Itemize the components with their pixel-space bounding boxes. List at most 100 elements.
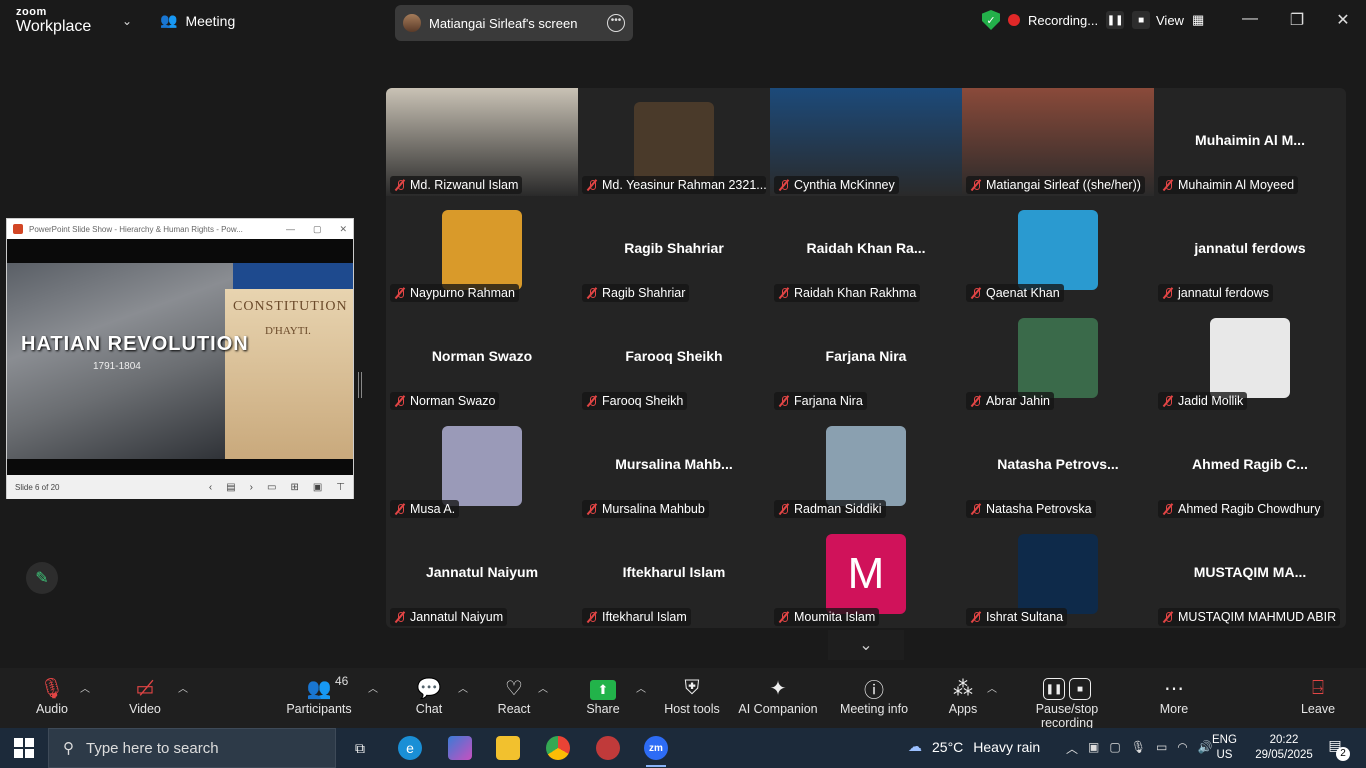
participant-tile[interactable]: M Moumita Islam <box>770 520 962 628</box>
panel-resize-handle[interactable] <box>358 372 362 398</box>
taskbar-clock[interactable]: 20:22 29/05/2025 <box>1252 733 1316 763</box>
participant-tile[interactable]: Muhaimin Al M... Muhaimin Al Moyeed <box>1154 88 1346 196</box>
participant-name: Farjana Nira <box>794 394 863 408</box>
stop-recording-button[interactable]: ■ <box>1132 11 1151 29</box>
meeting-tab[interactable]: 👥 Meeting <box>160 12 235 29</box>
participant-tile[interactable]: Ragib Shahriar Ragib Shahriar <box>578 196 770 304</box>
participant-tile[interactable]: Natasha Petrovs... Natasha Petrovska <box>962 412 1154 520</box>
participant-tile[interactable]: Iftekharul Islam Iftekharul Islam <box>578 520 770 628</box>
microphone-tray-icon[interactable]: 🎙 <box>1131 740 1146 757</box>
muted-mic-icon <box>586 179 598 191</box>
close-window-button[interactable]: ✕ <box>1331 10 1355 30</box>
share-button[interactable]: ⬆ Share <box>584 674 622 716</box>
participant-tile[interactable]: Mursalina Mahb... Mursalina Mahbub <box>578 412 770 520</box>
video-button[interactable]: ▭̸ Video <box>124 674 166 717</box>
volume-icon[interactable]: 🔊 <box>1198 740 1213 757</box>
chrome-icon[interactable] <box>546 736 570 760</box>
recording-cloud-icon <box>1008 14 1020 26</box>
shared-screen-pill[interactable]: Matiangai Sirleaf's screen ••• <box>395 5 633 41</box>
participant-tile[interactable]: Ahmed Ragib C... Ahmed Ragib Chowdhury <box>1154 412 1346 520</box>
zoom-logo[interactable]: zoom Workplace <box>16 7 91 35</box>
participant-name-label: Matiangai Sirleaf ((she/her)) <box>966 176 1145 194</box>
meeting-info-button[interactable]: ⓘ Meeting info <box>836 674 912 717</box>
chat-button[interactable]: 💬 Chat <box>412 674 446 717</box>
audio-button[interactable]: 🎙 Audio <box>32 674 72 717</box>
participant-tile[interactable]: Cynthia McKinney <box>770 88 962 196</box>
participant-tile[interactable]: Md. Rizwanul Islam <box>386 88 578 196</box>
share-caret-icon[interactable]: ︿ <box>636 680 646 695</box>
windows-start-icon[interactable] <box>14 738 34 758</box>
participant-tile[interactable]: Musa A. <box>386 412 578 520</box>
host-tools-button[interactable]: ⛨ Host tools <box>662 674 722 717</box>
muted-mic-icon <box>778 395 790 407</box>
system-tray: ︿ ▣ ▢ 🎙 ▭ ◠ 🔊 <box>1066 740 1213 757</box>
battery-icon[interactable]: ▭ <box>1156 740 1167 757</box>
apps-button[interactable]: ⁂ Apps <box>944 674 982 717</box>
video-options-caret-icon[interactable]: ︿ <box>178 680 188 695</box>
more-icon: ⋯ <box>1164 677 1184 700</box>
notification-icon[interactable]: ▤ 2 <box>1322 737 1350 761</box>
chat-caret-icon[interactable]: ︿ <box>458 680 468 695</box>
react-label: React <box>497 702 531 716</box>
gallery-next-page-icon[interactable]: ⌄ <box>828 630 904 660</box>
participant-tile[interactable]: Farooq Sheikh Farooq Sheikh <box>578 304 770 412</box>
chevron-down-icon[interactable]: ⌄ <box>122 14 132 28</box>
taskbar-search-box[interactable]: ⚲ Type here to search <box>48 728 336 768</box>
more-button[interactable]: ⋯ More <box>1154 674 1194 717</box>
pp-close-icon: ✕ <box>339 223 347 234</box>
participant-tile[interactable]: Qaenat Khan <box>962 196 1154 304</box>
participant-tile[interactable]: Md. Yeasinur Rahman 2321... <box>578 88 770 196</box>
search-icon: ⚲ <box>63 740 74 757</box>
participant-tile[interactable]: Farjana Nira Farjana Nira <box>770 304 962 412</box>
notification-count: 2 <box>1336 747 1350 761</box>
snipping-tool-icon[interactable] <box>596 736 620 760</box>
participant-avatar <box>1018 534 1098 614</box>
participant-tile[interactable]: Radman Siddiki <box>770 412 962 520</box>
ai-companion-button[interactable]: ✦ AI Companion <box>738 674 818 717</box>
slide-menu-icon: ▤ <box>226 481 236 493</box>
participant-tile[interactable]: Jadid Mollik <box>1154 304 1346 412</box>
participant-tile[interactable]: Ishrat Sultana <box>962 520 1154 628</box>
participant-tile[interactable]: MUSTAQIM MA... MUSTAQIM MAHMUD ABIR <box>1154 520 1346 628</box>
input-language[interactable]: ENG US <box>1212 733 1237 763</box>
chevron-up-icon[interactable]: ︿ <box>1066 740 1078 757</box>
minimize-button[interactable]: — <box>1238 10 1262 28</box>
participant-name: Naypurno Rahman <box>410 286 515 300</box>
participant-tile[interactable]: jannatul ferdows jannatul ferdows <box>1154 196 1346 304</box>
participant-tile[interactable]: Matiangai Sirleaf ((she/her)) <box>962 88 1154 196</box>
audio-options-caret-icon[interactable]: ︿ <box>80 680 90 695</box>
camera-tray-icon[interactable]: ▣ <box>1088 740 1099 757</box>
participant-tile[interactable]: Jannatul Naiyum Jannatul Naiyum <box>386 520 578 628</box>
maximize-button[interactable]: ❐ <box>1285 10 1309 30</box>
weather-widget[interactable]: ☁ 25°C Heavy rain <box>908 738 1040 755</box>
leave-button[interactable]: ⍈ Leave <box>1298 674 1338 717</box>
screen-share-tray-icon[interactable]: ▢ <box>1109 740 1120 757</box>
more-options-icon[interactable]: ••• <box>607 14 625 32</box>
edge-browser-icon[interactable]: e <box>398 736 422 760</box>
zoom-app-icon[interactable]: zm <box>644 736 668 767</box>
react-button[interactable]: ♡ React <box>496 674 532 717</box>
pause-stop-recording-button[interactable]: ❚❚ ■ Pause/stop recording <box>1008 674 1126 730</box>
task-view-icon[interactable]: ⧉ <box>348 736 372 760</box>
shared-screen-view[interactable]: PowerPoint Slide Show - Hierarchy & Huma… <box>6 218 354 499</box>
participant-name: Muhaimin Al Moyeed <box>1178 178 1295 192</box>
wifi-icon[interactable]: ◠ <box>1177 740 1187 757</box>
view-button[interactable]: View ▦ <box>1156 12 1204 28</box>
copilot-icon[interactable] <box>448 736 472 760</box>
security-shield-icon[interactable]: ✓ <box>982 10 1000 30</box>
annotate-pencil-icon[interactable]: ✎ <box>26 562 58 594</box>
share-label: Share <box>586 702 620 716</box>
participant-tile[interactable]: Norman Swazo Norman Swazo <box>386 304 578 412</box>
participants-label: Participants <box>286 702 352 716</box>
participant-tile[interactable]: Raidah Khan Ra... Raidah Khan Rakhma <box>770 196 962 304</box>
react-caret-icon[interactable]: ︿ <box>538 680 548 695</box>
participants-caret-icon[interactable]: ︿ <box>368 680 378 695</box>
participant-tile[interactable]: Naypurno Rahman <box>386 196 578 304</box>
clock-date: 29/05/2025 <box>1255 749 1313 761</box>
pause-recording-button[interactable]: ❚❚ <box>1106 11 1125 29</box>
participant-display-name: Natasha Petrovs... <box>997 456 1119 472</box>
participant-tile[interactable]: Abrar Jahin <box>962 304 1154 412</box>
file-explorer-icon[interactable] <box>496 736 520 760</box>
slide-counter: Slide 6 of 20 <box>15 482 60 492</box>
apps-caret-icon[interactable]: ︿ <box>987 680 997 695</box>
